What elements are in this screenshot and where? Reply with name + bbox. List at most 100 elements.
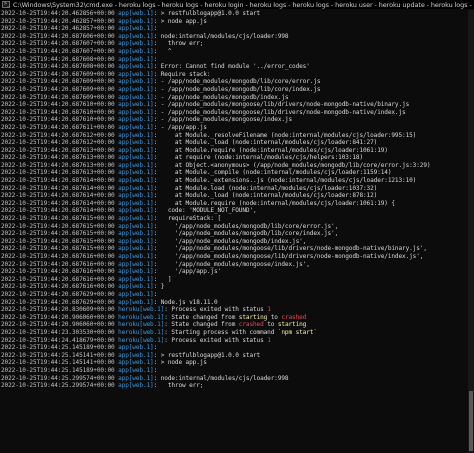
log-source: app[web.1] <box>118 351 154 359</box>
log-line: 2022-10-25T19:44:20.687613+00:00 app[web… <box>1 161 431 169</box>
log-source: app[web.1] <box>118 374 154 382</box>
log-timestamp: 2022-10-25T19:44:20.687610+00:00 <box>1 108 119 116</box>
log-source: app[web.1] <box>118 47 154 55</box>
vertical-scrollbar[interactable] <box>468 10 474 453</box>
log-line: 2022-10-25T19:44:20.687614+00:00 app[web… <box>1 184 378 192</box>
log-line: 2022-10-25T19:44:20.687613+00:00 app[web… <box>1 169 392 177</box>
log-timestamp: 2022-10-25T19:44:20.687629+00:00 <box>1 298 119 306</box>
log-line: 2022-10-25T19:44:20.906060+00:00 heroku[… <box>1 313 307 321</box>
log-source: app[web.1] <box>118 366 154 374</box>
log-message: ^ <box>160 47 172 55</box>
log-source: app[web.1] <box>118 108 154 116</box>
log-timestamp: 2022-10-25T19:44:20.687613+00:00 <box>1 169 119 177</box>
log-source: app[web.1] <box>118 154 154 162</box>
log-source: app[web.1] <box>118 146 154 154</box>
log-timestamp: 2022-10-25T19:44:20.830609+00:00 <box>1 306 119 314</box>
log-line: 2022-10-25T19:44:20.687610+00:00 app[web… <box>1 101 410 109</box>
log-timestamp: 2022-10-25T19:44:20.687613+00:00 <box>1 146 119 154</box>
log-timestamp: 2022-10-25T19:44:20.687607+00:00 <box>1 40 119 48</box>
log-line: 2022-10-25T19:44:20.687615+00:00 app[web… <box>1 237 307 245</box>
log-timestamp: 2022-10-25T19:44:20.687615+00:00 <box>1 215 119 223</box>
log-line: 2022-10-25T19:44:25.299574+00:00 app[web… <box>1 374 289 382</box>
log-timestamp: 2022-10-25T19:44:20.906060+00:00 <box>1 313 119 321</box>
log-source: app[web.1] <box>118 230 154 238</box>
log-timestamp: 2022-10-25T19:44:20.687616+00:00 <box>1 268 119 276</box>
log-line: 2022-10-25T19:44:20.830609+00:00 heroku[… <box>1 306 271 314</box>
log-source: app[web.1] <box>118 283 154 291</box>
log-message: code: 'MODULE_NOT_FOUND', <box>160 207 257 215</box>
log-timestamp: 2022-10-25T19:44:20.687614+00:00 <box>1 207 119 215</box>
log-line: 2022-10-25T19:44:25.145141+00:00 app[web… <box>1 359 207 367</box>
log-timestamp: 2022-10-25T19:44:20.687610+00:00 <box>1 116 119 124</box>
log-source: app[web.1] <box>118 139 154 147</box>
log-message: '/app/node_modules/mongodb/lib/core/inde… <box>160 230 339 238</box>
log-source: app[web.1] <box>118 40 154 48</box>
log-source: app[web.1] <box>118 359 154 367</box>
log-timestamp: 2022-10-25T19:44:25.145189+00:00 <box>1 344 119 352</box>
log-line: 2022-10-25T19:44:20.687609+00:00 app[web… <box>1 78 321 86</box>
log-message: at require (node:internal/modules/cjs/he… <box>160 154 363 162</box>
log-message: - /app/node_modules/mongodb/index.js <box>160 93 289 101</box>
window-title: C:\Windows\System32\cmd.exe - heroku log… <box>13 0 474 9</box>
log-highlight: starting <box>277 321 307 329</box>
log-message: '/app/node_modules/mongoose/lib/drivers/… <box>160 245 427 253</box>
log-line: 2022-10-25T19:44:24.418679+00:00 heroku[… <box>1 336 271 344</box>
log-line: 2022-10-25T19:44:20.687612+00:00 app[web… <box>1 139 378 147</box>
log-message: > node app.js <box>160 17 207 25</box>
log-timestamp: 2022-10-25T19:44:20.687607+00:00 <box>1 47 119 55</box>
log-message: '/app/node_modules/mongodb/lib/core/erro… <box>160 222 339 230</box>
log-source: app[web.1] <box>118 85 154 93</box>
log-timestamp: 2022-10-25T19:44:24.418679+00:00 <box>1 336 119 344</box>
log-message: '/app/node_modules/mongoose/index.js', <box>160 260 310 268</box>
log-line: 2022-10-25T19:44:20.687609+00:00 app[web… <box>1 85 321 93</box>
log-message-part: Process exited with status <box>171 306 268 314</box>
log-source: app[web.1] <box>118 93 154 101</box>
log-message: at Module._load (node:internal/modules/c… <box>160 139 378 147</box>
log-message: '/app/node_modules/mongoose/lib/drivers/… <box>160 253 424 260</box>
log-source: app[web.1] <box>118 131 154 139</box>
log-source: app[web.1] <box>118 268 154 276</box>
log-line: 2022-10-25T19:44:20.687607+00:00 app[web… <box>1 47 172 55</box>
log-source: app[web.1] <box>118 222 154 230</box>
log-line: 2022-10-25T19:44:20.687614+00:00 app[web… <box>1 199 395 207</box>
log-timestamp: 2022-10-25T19:44:20.687614+00:00 <box>1 192 119 200</box>
scrollbar-thumb[interactable] <box>469 391 473 451</box>
log-source: app[web.1] <box>118 253 154 260</box>
terminal-output[interactable]: 2022-10-25T19:44:20.462856+00:00 app[web… <box>1 10 467 453</box>
log-timestamp: 2022-10-25T19:44:20.687616+00:00 <box>1 253 119 260</box>
log-message: '/app/node_modules/mongodb/index.js', <box>160 237 307 245</box>
log-highlight: crashed <box>238 321 264 329</box>
log-timestamp: 2022-10-25T19:44:20.687616+00:00 <box>1 275 119 283</box>
log-message: - /app/node_modules/mongodb/lib/core/err… <box>160 78 321 86</box>
log-line: 2022-10-25T19:44:20.906060+00:00 heroku[… <box>1 321 307 329</box>
log-timestamp: 2022-10-25T19:44:20.462857+00:00 <box>1 17 119 25</box>
log-message: Require stack: <box>160 70 211 78</box>
log-source: app[web.1] <box>118 184 154 192</box>
log-source: heroku[web.1] <box>118 313 165 321</box>
log-message: ] <box>160 275 172 283</box>
log-timestamp: 2022-10-25T19:44:20.687611+00:00 <box>1 123 119 131</box>
log-timestamp: 2022-10-25T19:44:20.687615+00:00 <box>1 230 119 238</box>
log-timestamp: 2022-10-25T19:44:20.687609+00:00 <box>1 78 119 86</box>
log-timestamp: 2022-10-25T19:44:20.687610+00:00 <box>1 101 119 109</box>
title-bar: >_ C:\Windows\System32\cmd.exe - heroku … <box>0 0 474 9</box>
log-line: 2022-10-25T19:44:25.145189+00:00 app[web… <box>1 344 161 352</box>
log-timestamp: 2022-10-25T19:44:25.145141+00:00 <box>1 359 119 367</box>
log-line: 2022-10-25T19:44:20.687615+00:00 app[web… <box>1 215 222 223</box>
log-message-part: ` <box>313 328 317 336</box>
log-highlight: 1 <box>267 336 271 344</box>
log-line: 2022-10-25T19:44:20.687614+00:00 app[web… <box>1 192 378 200</box>
cmd-icon: >_ <box>2 1 11 8</box>
log-message: at Module.require (node:internal/modules… <box>160 146 388 154</box>
log-timestamp: 2022-10-25T19:44:20.687609+00:00 <box>1 85 119 93</box>
log-message: at Module._extensions..js (node:internal… <box>160 177 417 185</box>
log-message: '/app/app.js' <box>160 268 222 276</box>
log-timestamp: 2022-10-25T19:44:20.462856+00:00 <box>1 10 119 17</box>
log-line: 2022-10-25T19:44:20.687612+00:00 app[web… <box>1 131 417 139</box>
log-source: heroku[web.1] <box>118 328 165 336</box>
log-source: app[web.1] <box>118 123 154 131</box>
log-source: app[web.1] <box>118 199 154 207</box>
log-source: app[web.1] <box>118 32 154 40</box>
log-timestamp: 2022-10-25T19:44:20.906060+00:00 <box>1 321 119 329</box>
log-source: app[web.1] <box>118 260 154 268</box>
